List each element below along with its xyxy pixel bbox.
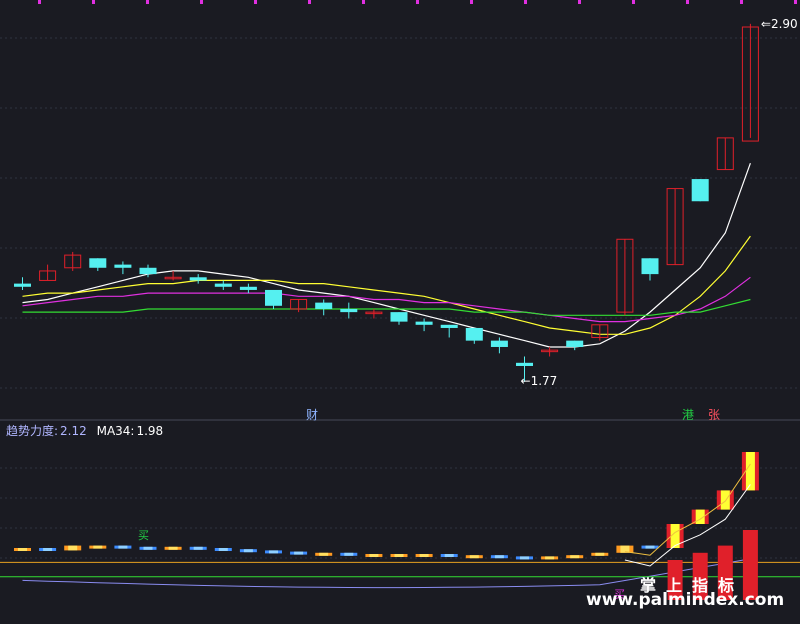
low-arrow-icon: ←: [520, 373, 531, 388]
trend-bar-core: [18, 548, 27, 551]
price-low-label: ←1.77: [521, 374, 558, 388]
high-arrow-icon: ⇐: [760, 16, 771, 31]
candle-body-down: [641, 258, 659, 275]
top-date-mark: [470, 0, 473, 4]
trend-bar-core: [344, 552, 354, 556]
kline-chart[interactable]: [0, 0, 800, 624]
trend-bar-core: [218, 548, 228, 551]
top-date-mark: [740, 0, 743, 4]
candle-body-down: [440, 324, 458, 328]
candle-body-down: [214, 283, 232, 287]
high-value: 2.90: [770, 16, 798, 31]
candle-body-down: [315, 302, 333, 309]
trend-bar-core: [369, 554, 379, 557]
top-date-mark: [416, 0, 419, 4]
trend-bar-core: [444, 554, 454, 557]
trend-bar-core: [43, 548, 53, 551]
candle-body-down: [340, 308, 358, 313]
trend-bar-core: [570, 555, 580, 559]
watermark: 掌上指标 www.palmindex.com: [586, 572, 796, 620]
trend-bar-core: [494, 555, 504, 559]
trend-bar-core: [168, 546, 178, 550]
candle-body-down: [566, 340, 584, 347]
price-high-label: ⇐2.90: [761, 17, 798, 31]
top-date-mark: [524, 0, 527, 4]
candle-body-down: [89, 258, 107, 268]
ma34-label: MA34:: [96, 424, 135, 438]
top-date-mark: [200, 0, 203, 4]
trend-bar-core: [269, 550, 278, 554]
top-date-mark: [92, 0, 95, 4]
candle-body-down: [516, 362, 533, 366]
candle-body-down: [691, 179, 709, 202]
event-label-zhang[interactable]: 张: [708, 406, 720, 423]
trend-bar-core: [394, 554, 404, 557]
trend-bar-core: [319, 552, 329, 556]
trend-bar-core: [469, 555, 479, 559]
top-date-mark: [794, 0, 797, 4]
trend-bar-core: [294, 551, 304, 555]
ma-line-green: [22, 298, 751, 316]
candle-body-down: [189, 277, 207, 281]
event-label-cai[interactable]: 财: [306, 406, 318, 423]
candle-body-down: [114, 264, 132, 268]
trend-bar-core: [68, 545, 78, 551]
low-value: 1.77: [530, 373, 558, 388]
trend-bar-core: [143, 546, 153, 550]
candle-body-down: [390, 312, 408, 322]
candle-body-down: [14, 283, 31, 287]
candle-body-down: [239, 286, 257, 290]
trend-bar-core: [520, 556, 529, 560]
trend-bar-core: [243, 549, 253, 553]
legend-label: 趋势力度:: [6, 424, 59, 438]
legend-value: 2.12: [60, 424, 87, 438]
candle-body-down: [265, 289, 282, 306]
candle-body-down: [465, 327, 483, 341]
trend-bar-core: [595, 552, 605, 556]
trend-bar-core: [645, 545, 655, 549]
indicator-legend: 趋势力度: 2.12 MA34: 1.98: [6, 422, 169, 439]
trend-bar-core: [419, 554, 429, 557]
candle-body-down: [490, 340, 508, 347]
trend-bar-core: [545, 556, 555, 560]
trend-bar-core: [118, 545, 128, 549]
candle-body-down: [415, 321, 433, 325]
top-date-mark: [254, 0, 257, 4]
top-date-mark: [38, 0, 41, 4]
event-label-gang[interactable]: 港: [682, 406, 694, 423]
top-date-mark: [308, 0, 311, 4]
top-date-mark: [362, 0, 365, 4]
buy-signal-green: 买: [138, 529, 149, 542]
top-date-mark: [686, 0, 689, 4]
watermark-url: www.palmindex.com: [586, 590, 785, 610]
top-date-mark: [146, 0, 149, 4]
trend-bar-core: [93, 545, 103, 549]
top-date-mark: [632, 0, 635, 4]
ma34-value: 1.98: [136, 424, 164, 438]
trend-bar-core: [720, 490, 730, 510]
top-date-mark: [578, 0, 581, 4]
trend-bar-core: [193, 546, 203, 550]
candle-body-down: [139, 267, 157, 275]
